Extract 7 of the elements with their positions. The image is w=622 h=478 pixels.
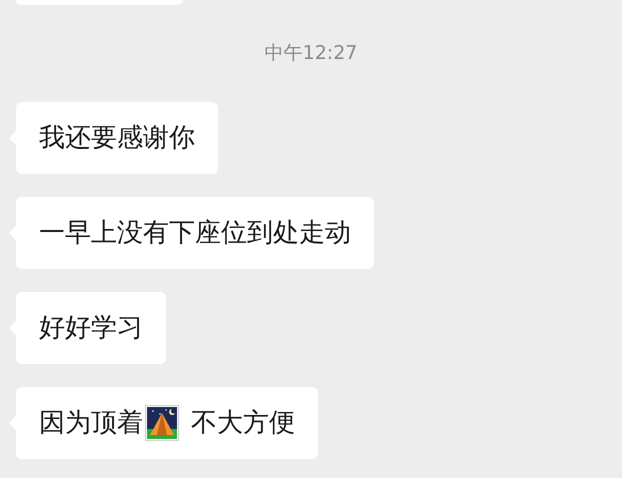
message-text: 一早上没有下座位到处走动 (39, 216, 351, 250)
message-text: 我还要感谢你 (39, 122, 195, 154)
tent-emoji-icon (145, 405, 179, 441)
message-text: 好好学习 (39, 312, 143, 344)
message-text: 因为顶着 (39, 406, 143, 440)
message-text: 不大方便 (191, 406, 295, 440)
timestamp: 中午12:27 (264, 41, 358, 66)
